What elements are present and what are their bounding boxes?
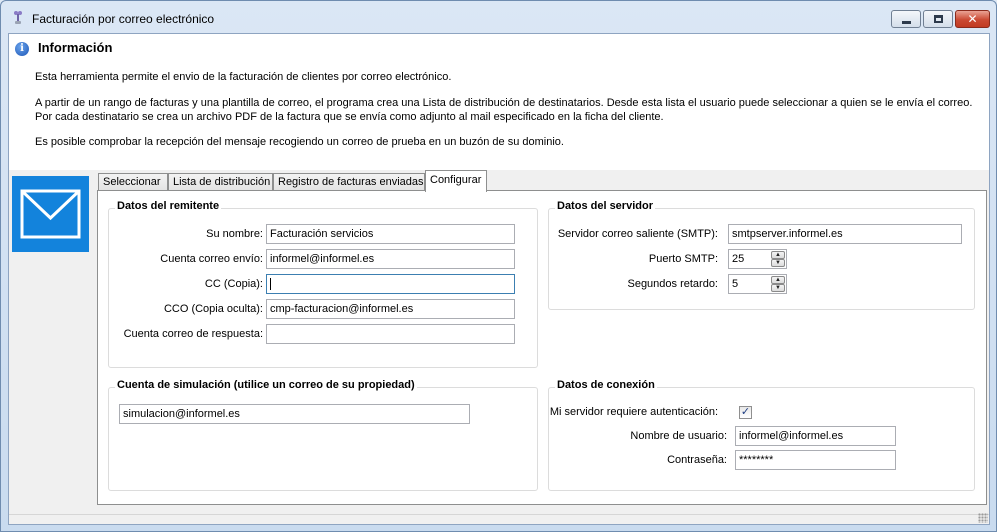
spin-up-icon[interactable]: ▲ xyxy=(771,276,785,284)
puerto-stepper[interactable]: 25 ▲ ▼ xyxy=(728,249,787,269)
respuesta-label: Cuenta correo de respuesta: xyxy=(123,328,263,340)
cc-label: CC (Copia): xyxy=(204,278,263,290)
simulacion-input[interactable]: simulacion@informel.es xyxy=(119,404,470,424)
info-panel: i Información Esta herramienta permite e… xyxy=(9,34,989,170)
info-paragraph-3: Es posible comprobar la recepción del me… xyxy=(35,136,564,148)
cc-input[interactable] xyxy=(266,274,515,294)
info-title: Información xyxy=(38,40,113,55)
retardo-stepper[interactable]: 5 ▲ ▼ xyxy=(728,274,787,294)
app-window: Facturación por correo electrónico i Inf… xyxy=(0,0,997,532)
password-label: Contraseña: xyxy=(667,454,727,466)
conexion-title: Datos de conexión xyxy=(555,379,657,391)
simulacion-title: Cuenta de simulación (utilice un correo … xyxy=(115,379,417,391)
nombre-input[interactable]: Facturación servicios xyxy=(266,224,515,244)
auth-label: Mi servidor requiere autenticación: xyxy=(549,406,718,418)
nombre-label: Su nombre: xyxy=(206,228,263,240)
cco-label: CCO (Copia oculta): xyxy=(163,303,263,315)
remitente-title: Datos del remitente xyxy=(115,200,222,212)
conexion-group: Datos de conexión Mi servidor requiere a… xyxy=(548,379,975,491)
info-icon: i xyxy=(15,42,29,56)
tab-registro-facturas[interactable]: Registro de facturas enviadas xyxy=(273,173,425,191)
text-caret xyxy=(270,278,271,290)
retardo-spin-buttons[interactable]: ▲ ▼ xyxy=(771,276,785,292)
puerto-label: Puerto SMTP: xyxy=(648,253,718,265)
close-button[interactable] xyxy=(955,10,990,28)
mail-tile xyxy=(12,176,89,252)
envelope-icon xyxy=(20,189,81,239)
password-input[interactable]: ******** xyxy=(735,450,896,470)
servidor-title: Datos del servidor xyxy=(555,200,655,212)
simulacion-group: Cuenta de simulación (utilice un correo … xyxy=(108,379,538,491)
configurar-panel: Datos del remitente Su nombre: Facturaci… xyxy=(97,190,987,505)
minimize-button[interactable] xyxy=(891,10,921,28)
tab-lista-distribucion[interactable]: Lista de distribución xyxy=(168,173,273,191)
spin-up-icon[interactable]: ▲ xyxy=(771,251,785,259)
tab-seleccionar[interactable]: Seleccionar xyxy=(98,173,168,191)
maximize-button[interactable] xyxy=(923,10,953,28)
spin-down-icon[interactable]: ▼ xyxy=(771,284,785,292)
usuario-input[interactable]: informel@informel.es xyxy=(735,426,896,446)
retardo-value: 5 xyxy=(732,278,739,290)
title-bar[interactable]: Facturación por correo electrónico xyxy=(1,1,996,33)
smtp-label: Servidor correo saliente (SMTP): xyxy=(557,228,718,240)
info-paragraph-2: A partir de un rango de facturas y una p… xyxy=(35,97,973,123)
cco-input[interactable]: cmp-facturacion@informel.es xyxy=(266,299,515,319)
retardo-label: Segundos retardo: xyxy=(627,278,718,290)
tab-configurar[interactable]: Configurar xyxy=(425,170,487,192)
window-title: Facturación por correo electrónico xyxy=(32,12,215,26)
status-bar xyxy=(9,513,989,524)
cuenta-envio-label: Cuenta correo envío: xyxy=(160,253,263,265)
cuenta-envio-input[interactable]: informel@informel.es xyxy=(266,249,515,269)
smtp-input[interactable]: smtpserver.informel.es xyxy=(728,224,962,244)
info-paragraph-1: Esta herramienta permite el envio de la … xyxy=(35,71,452,83)
spin-down-icon[interactable]: ▼ xyxy=(771,259,785,267)
remitente-group: Datos del remitente Su nombre: Facturaci… xyxy=(108,200,538,368)
client-area: i Información Esta herramienta permite e… xyxy=(8,33,990,525)
servidor-group: Datos del servidor Servidor correo salie… xyxy=(548,200,975,310)
resize-grip-icon[interactable] xyxy=(978,513,988,523)
puerto-spin-buttons[interactable]: ▲ ▼ xyxy=(771,251,785,267)
usuario-label: Nombre de usuario: xyxy=(630,430,727,442)
auth-checkbox[interactable]: ✓ xyxy=(739,406,752,419)
app-icon xyxy=(14,11,22,24)
puerto-value: 25 xyxy=(732,253,745,265)
respuesta-input[interactable] xyxy=(266,324,515,344)
